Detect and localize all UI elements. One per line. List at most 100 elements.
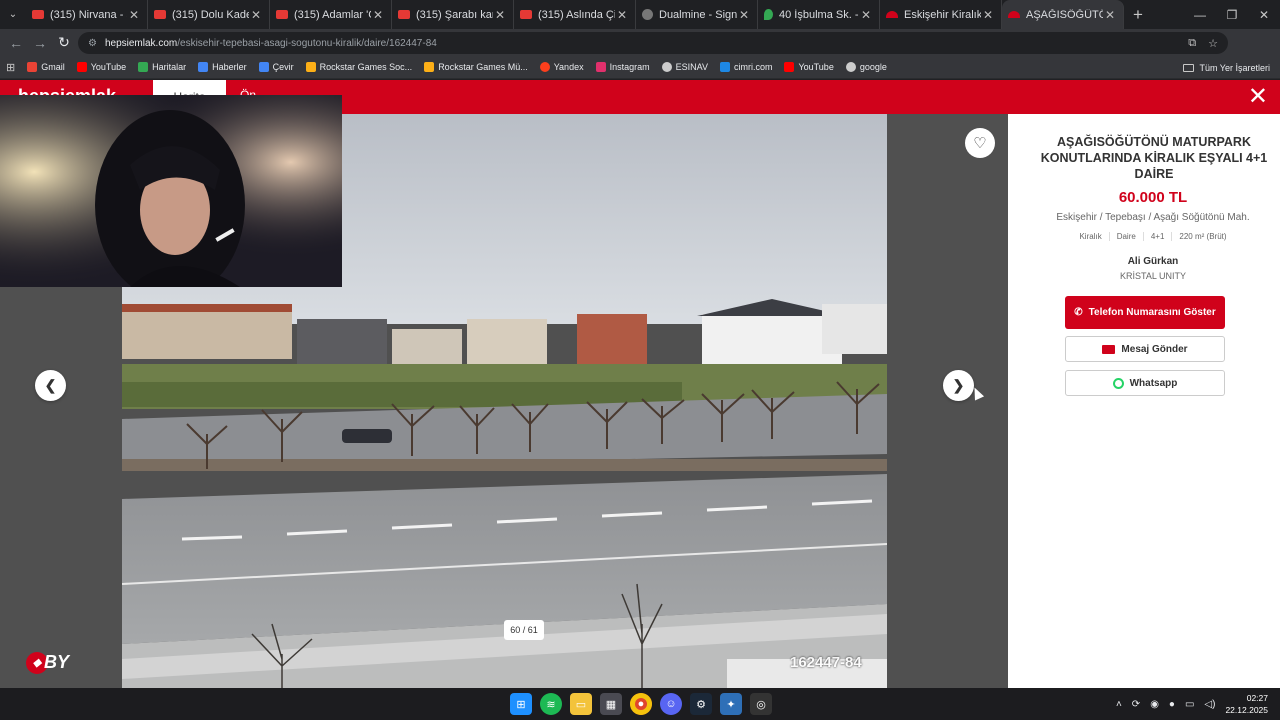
forward-arrow-icon[interactable]: → — [28, 31, 52, 55]
app-icon[interactable]: ✦ — [720, 693, 742, 715]
close-tab-icon[interactable]: ✕ — [249, 8, 263, 22]
whatsapp-button[interactable]: Whatsapp — [1065, 370, 1225, 396]
folder-icon — [1183, 63, 1195, 72]
yandex-icon — [539, 62, 550, 72]
youtube-icon — [276, 10, 288, 19]
steam-icon[interactable]: ⚙ — [690, 693, 712, 715]
store-icon[interactable]: ▦ — [600, 693, 622, 715]
listing-location: Eskişehir / Tepebaşı / Aşağı Söğütönü Ma… — [1056, 212, 1250, 223]
browser-tab-strip: ⌄ (315) Nirvana - Smells Like✕ (315) Dol… — [0, 0, 1280, 29]
agent-office[interactable]: KRİSTAL UNITY — [1008, 271, 1280, 281]
steam-tray-icon[interactable]: ◉ — [1150, 699, 1159, 710]
page-content: hepsiemlak Harita Ön ✕ — [0, 80, 1280, 688]
close-tab-icon[interactable]: ✕ — [859, 8, 873, 22]
close-tab-icon[interactable]: ✕ — [981, 8, 995, 22]
youtube-icon — [398, 10, 410, 19]
browser-tab[interactable]: (315) Dolu Kadehi Ters Tut✕ — [148, 0, 270, 29]
back-arrow-icon[interactable]: ← — [4, 31, 28, 55]
photo-counter: 60 / 61 — [504, 620, 544, 640]
tab-title: (315) Adamlar 'Canlı' — [294, 8, 371, 21]
tab-title: Dualmine - Sign in — [659, 8, 737, 21]
close-tab-icon[interactable]: ✕ — [371, 8, 385, 22]
news-icon — [198, 62, 209, 72]
tab-title: (315) Dolu Kadehi Ters Tut — [172, 8, 249, 21]
sync-icon[interactable]: ⟳ — [1132, 699, 1140, 710]
spotify-icon[interactable]: ≋ — [540, 693, 562, 715]
bookmark-item[interactable]: YouTube — [784, 62, 834, 72]
rockstar-icon — [305, 62, 316, 72]
apps-grid-icon[interactable]: ⊞ — [6, 61, 15, 74]
site-info-icon[interactable]: ⚙ — [88, 38, 97, 49]
clock[interactable]: 02:27 22.12.2025 — [1225, 692, 1268, 716]
browser-tab[interactable]: (315) Şarabı karafa koy✕ — [392, 0, 514, 29]
bookmark-item[interactable]: Rockstar Games Soc... — [305, 62, 412, 72]
next-photo-button[interactable]: ❯ — [943, 370, 974, 401]
bookmark-item[interactable]: google — [845, 62, 887, 72]
attribute-tag: 220 m² (Brüt) — [1179, 232, 1227, 241]
address-bar-row: ← → ↻ ⚙ hepsiemlak.com/eskisehir-tepebas… — [0, 29, 1280, 77]
close-tab-icon[interactable]: ✕ — [615, 8, 629, 22]
chevron-up-icon[interactable]: ˄ — [1116, 699, 1122, 710]
previous-photo-button[interactable]: ❮ — [35, 370, 66, 401]
game-icon[interactable]: ◎ — [750, 693, 772, 715]
close-tab-icon[interactable]: ✕ — [493, 8, 507, 22]
file-explorer-icon[interactable]: ▭ — [570, 693, 592, 715]
bookmarks-bar: ⊞ Gmail YouTube Haritalar Haberler Çevir… — [0, 56, 1280, 79]
youtube-icon — [784, 62, 795, 72]
new-tab-button[interactable]: + — [1124, 5, 1152, 25]
bookmark-item[interactable]: Çevir — [258, 62, 294, 72]
bookmark-item[interactable]: Haritalar — [138, 62, 186, 72]
close-tab-icon[interactable]: ✕ — [1103, 8, 1117, 22]
favorite-heart-button[interactable]: ♡ — [965, 128, 995, 158]
bookmark-item[interactable]: Gmail — [27, 62, 65, 72]
maps-icon — [138, 62, 149, 72]
listing-title: AŞAĞISÖĞÜTÖNÜ MATURPARK KONUTLARINDA KİR… — [1040, 135, 1268, 181]
bookmark-item[interactable]: ESINAV — [661, 62, 708, 72]
browser-tab[interactable]: Dualmine - Sign in✕ — [636, 0, 758, 29]
url-bar[interactable]: ⚙ hepsiemlak.com/eskisehir-tepebasi-asag… — [78, 32, 1228, 54]
browser-tab[interactable]: 40 İşbulma Sk. - Google✕ — [758, 0, 880, 29]
show-phone-button[interactable]: ✆ Telefon Numarasını Göster — [1065, 296, 1225, 329]
agent-name[interactable]: Ali Gürkan — [1008, 256, 1280, 267]
install-app-icon[interactable]: ⧉ — [1188, 37, 1196, 50]
network-icon[interactable]: ▭ — [1185, 699, 1194, 710]
restore-icon[interactable]: ❐ — [1216, 0, 1248, 29]
tab-title: (315) Şarabı karafa koy — [416, 8, 493, 21]
volume-icon[interactable]: ◁) — [1204, 699, 1215, 710]
microphone-icon[interactable]: ● — [1169, 699, 1175, 710]
webcam-overlay — [0, 95, 342, 287]
instagram-icon — [595, 62, 606, 72]
close-tab-icon[interactable]: ✕ — [127, 8, 141, 22]
hepsiemlak-icon — [886, 11, 898, 18]
send-message-button[interactable]: Mesaj Gönder — [1065, 336, 1225, 362]
discord-icon[interactable]: ☺ — [660, 693, 682, 715]
bookmark-item[interactable]: YouTube — [76, 62, 126, 72]
browser-tab[interactable]: (315) Aslında Çilekli s✕ — [514, 0, 636, 29]
url-path: /eskisehir-tepebasi-asagi-sogutonu-kiral… — [177, 37, 437, 49]
reload-icon[interactable]: ↻ — [52, 31, 76, 55]
bookmark-item[interactable]: Yandex — [539, 62, 584, 72]
bookmark-item[interactable]: Rockstar Games Mü... — [424, 62, 528, 72]
bookmark-item[interactable]: Haberler — [198, 62, 247, 72]
attribute-tag: Kiralık — [1072, 232, 1110, 241]
browser-tab[interactable]: (315) Adamlar 'Canlı'✕ — [270, 0, 392, 29]
tab-title: AŞAĞISÖĞÜTÖNÜ M — [1026, 8, 1103, 21]
rockstar-icon — [424, 62, 435, 72]
attribute-tag: 4+1 — [1144, 232, 1173, 241]
bookmark-star-icon[interactable]: ☆ — [1208, 37, 1218, 50]
browser-tab[interactable]: (315) Nirvana - Smells Like✕ — [26, 0, 148, 29]
bookmark-item[interactable]: cimri.com — [719, 62, 772, 72]
tab-search-icon[interactable]: ⌄ — [0, 0, 26, 29]
chrome-icon[interactable]: ● — [630, 693, 652, 715]
close-tab-icon[interactable]: ✕ — [737, 8, 751, 22]
minimize-icon[interactable]: — — [1184, 0, 1216, 29]
all-bookmarks-folder[interactable]: Tüm Yer İşaretleri — [1183, 56, 1270, 79]
start-menu-icon[interactable]: ⊞ — [510, 693, 532, 715]
close-window-icon[interactable]: ✕ — [1248, 0, 1280, 29]
close-gallery-icon[interactable]: ✕ — [1248, 84, 1268, 110]
browser-tab-active[interactable]: AŞAĞISÖĞÜTÖNÜ M✕ — [1002, 0, 1124, 29]
browser-tab[interactable]: Eskişehir Kiralık Ev Fiy✕ — [880, 0, 1002, 29]
by-overlay-logo: ◆ BY — [26, 652, 69, 675]
bookmark-item[interactable]: Instagram — [595, 62, 650, 72]
youtube-icon — [76, 62, 87, 72]
